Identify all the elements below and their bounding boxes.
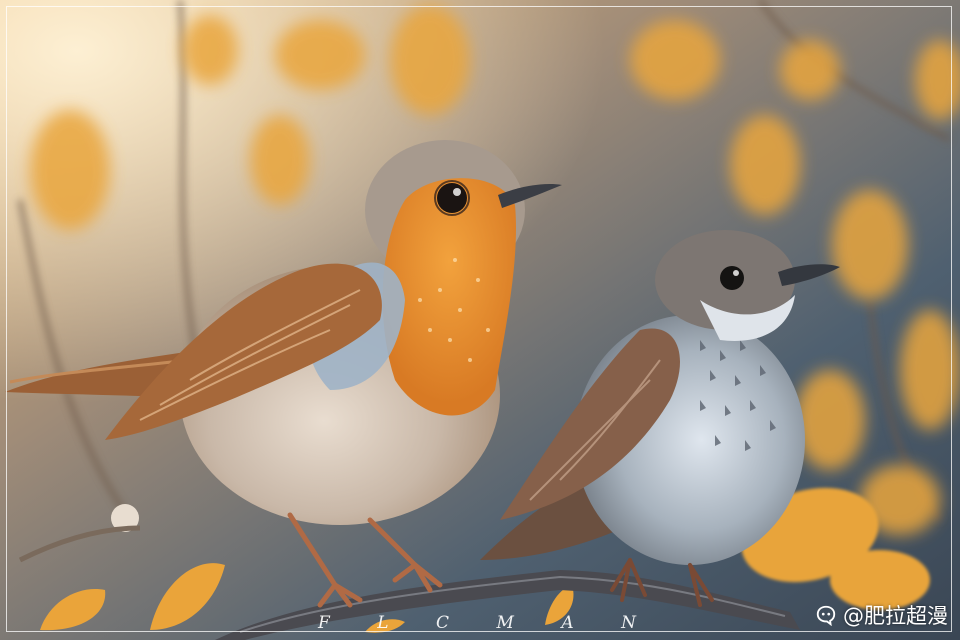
- signature-letter: F: [318, 613, 332, 633]
- watermark: @肥拉超漫: [815, 600, 948, 630]
- signature-letter: L: [377, 613, 391, 633]
- artist-signature: F L C M A N: [318, 611, 638, 635]
- signature-letter: A: [561, 613, 576, 633]
- signature-letter: C: [436, 613, 452, 633]
- chat-bubble-icon: [816, 605, 836, 626]
- signature-letter: M: [496, 613, 516, 633]
- watermark-text: @肥拉超漫: [843, 604, 948, 628]
- signature-letter: N: [621, 613, 638, 633]
- bird-photo: [0, 0, 960, 640]
